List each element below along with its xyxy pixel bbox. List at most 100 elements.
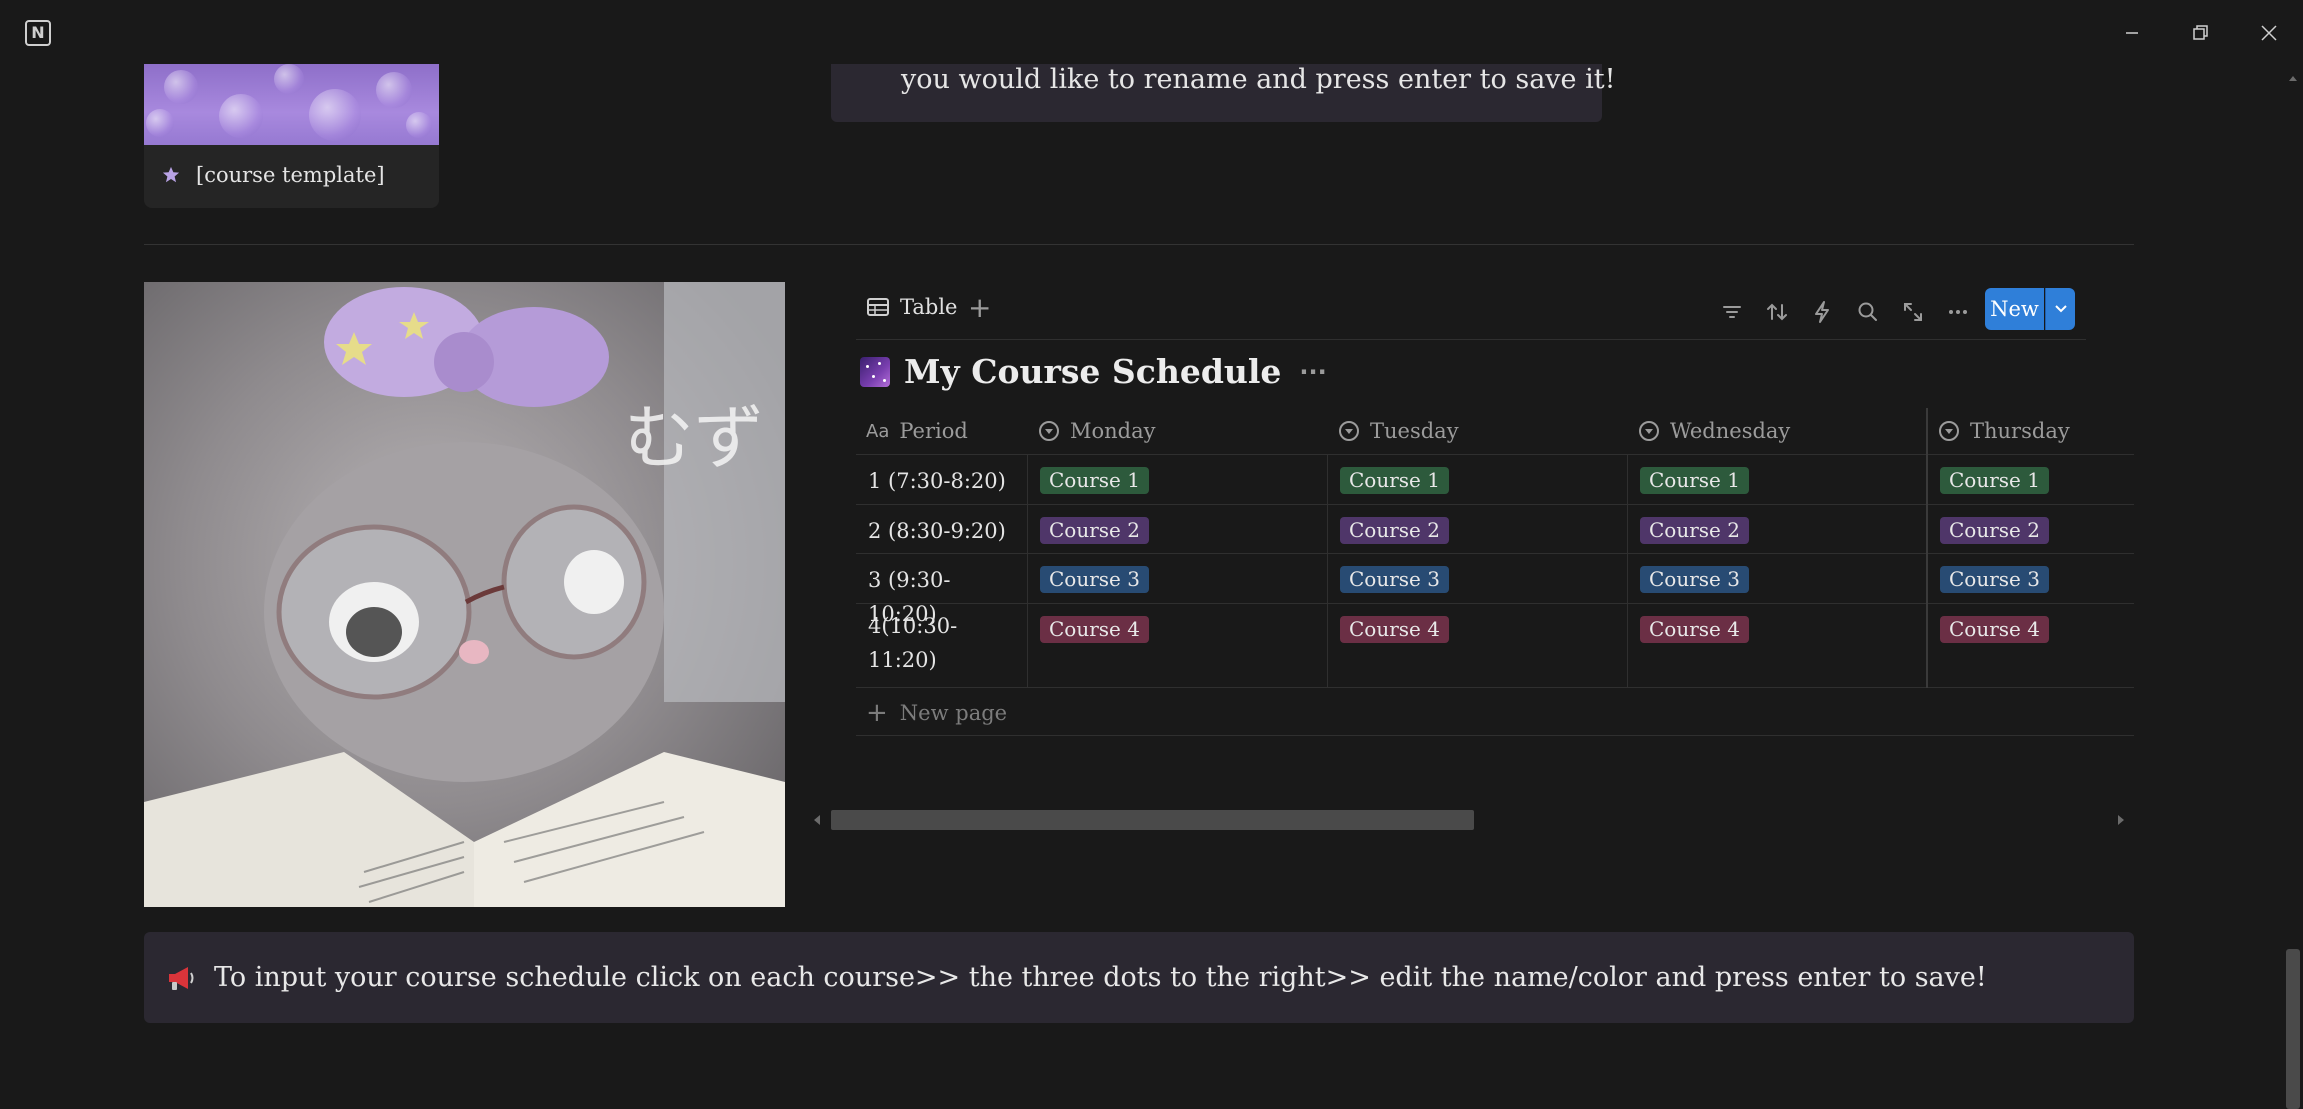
- database-title[interactable]: My Course Schedule: [904, 352, 1281, 391]
- new-page-button[interactable]: + New page: [856, 690, 2134, 736]
- new-button[interactable]: New: [1985, 288, 2044, 330]
- thursday-cell[interactable]: Course 1: [1928, 455, 2134, 504]
- callout-text: To input your course schedule click on e…: [214, 962, 1987, 993]
- monday-cell[interactable]: Course 4: [1028, 604, 1328, 687]
- period-cell[interactable]: 4(10:30- 11:20): [856, 604, 1028, 687]
- column-header-label: Wednesday: [1670, 419, 1791, 443]
- select-property-icon: [1639, 421, 1659, 441]
- horizontal-scrollbar[interactable]: [808, 806, 2130, 834]
- column-header-label: Period: [899, 419, 968, 443]
- course-tag: Course 4: [1940, 616, 2049, 643]
- megaphone-icon: [169, 966, 194, 990]
- column-header-period[interactable]: Aa Period: [856, 408, 1028, 455]
- tuesday-cell[interactable]: Course 2: [1328, 505, 1628, 553]
- horizontal-scroll-thumb[interactable]: [831, 810, 1474, 830]
- thursday-cell[interactable]: Course 4: [1928, 604, 2134, 687]
- sort-icon[interactable]: [1763, 298, 1791, 326]
- period-cell[interactable]: 3 (9:30-10:20): [856, 554, 1028, 626]
- course-tag: Course 2: [1940, 517, 2049, 544]
- select-property-icon: [1339, 421, 1359, 441]
- period-line: 11:20): [868, 648, 937, 672]
- database-title-row: My Course Schedule ···: [860, 352, 1327, 391]
- scroll-up-icon[interactable]: [2287, 72, 2299, 84]
- course-tag: Course 4: [1340, 616, 1449, 643]
- thursday-cell[interactable]: Course 3: [1928, 554, 2134, 603]
- course-tag: Course 3: [1640, 566, 1749, 593]
- gallery-card-cover: [144, 64, 439, 145]
- period-cell[interactable]: 2 (8:30-9:20): [856, 505, 1028, 553]
- gallery-card-title: [course template]: [196, 163, 385, 187]
- table-row[interactable]: 1 (7:30-8:20) Course 1 Course 1 Course 1…: [856, 455, 2134, 505]
- table-row[interactable]: 3 (9:30-10:20) Course 3 Course 3 Course …: [856, 554, 2134, 626]
- text-property-icon: Aa: [866, 420, 890, 442]
- column-header-monday[interactable]: Monday: [1028, 408, 1328, 455]
- vertical-scrollbar[interactable]: [2283, 64, 2303, 1109]
- new-dropdown-button[interactable]: [2045, 288, 2075, 330]
- table-row[interactable]: 4(10:30- 11:20) Course 4 Course 4 Course…: [856, 604, 2134, 688]
- monday-cell[interactable]: Course 3: [1028, 554, 1328, 603]
- course-tag: Course 1: [1040, 467, 1149, 494]
- course-tag: Course 3: [1340, 566, 1449, 593]
- filter-icon[interactable]: [1718, 298, 1746, 326]
- top-callout[interactable]: you would like to rename and press enter…: [831, 64, 1615, 122]
- star-icon: [162, 166, 180, 183]
- new-page-label: New page: [899, 700, 1008, 725]
- automation-icon[interactable]: [1808, 298, 1836, 326]
- course-tag: Course 1: [1340, 467, 1449, 494]
- database-more-button[interactable]: ···: [1299, 358, 1326, 386]
- course-tag: Course 1: [1940, 467, 2049, 494]
- period-line: 4(10:30-: [868, 614, 958, 638]
- plush-with-glasses-image: むず: [144, 282, 785, 907]
- restore-icon[interactable]: [2185, 18, 2215, 48]
- tuesday-cell[interactable]: Course 1: [1328, 455, 1628, 504]
- vertical-scroll-thumb[interactable]: [2286, 949, 2300, 1109]
- schedule-table: Aa Period Monday Tuesday Wednesday Thurs…: [856, 408, 2134, 738]
- tuesday-cell[interactable]: Course 4: [1328, 604, 1628, 687]
- column-header-label: Tuesday: [1370, 419, 1459, 443]
- monday-cell[interactable]: Course 2: [1028, 505, 1328, 553]
- database-toolbar: Table + New: [856, 285, 2086, 340]
- thursday-cell[interactable]: Course 2: [1928, 505, 2134, 553]
- instructions-callout[interactable]: To input your course schedule click on e…: [144, 932, 2134, 1023]
- frozen-column-divider: [1926, 408, 1928, 688]
- column-header-label: Monday: [1070, 419, 1156, 443]
- search-icon[interactable]: [1854, 298, 1882, 326]
- column-header-thursday[interactable]: Thursday: [1928, 408, 2134, 455]
- course-tag: Course 2: [1040, 517, 1149, 544]
- top-callout-text: you would like to rename and press enter…: [901, 64, 1616, 95]
- tab-table-label: Table: [900, 295, 958, 319]
- expand-icon[interactable]: [1899, 298, 1927, 326]
- add-view-button[interactable]: +: [968, 291, 991, 324]
- course-tag: Course 1: [1640, 467, 1749, 494]
- table-view-icon: [867, 298, 889, 316]
- minimize-icon[interactable]: [2117, 18, 2147, 48]
- scroll-right-icon[interactable]: [2114, 812, 2128, 828]
- wednesday-cell[interactable]: Course 2: [1628, 505, 1928, 553]
- divider: [144, 244, 2134, 245]
- column-header-tuesday[interactable]: Tuesday: [1328, 408, 1628, 455]
- period-cell[interactable]: 1 (7:30-8:20): [856, 455, 1028, 504]
- course-tag: Course 3: [1940, 566, 2049, 593]
- chevron-down-icon: [2055, 305, 2067, 313]
- column-header-label: Thursday: [1970, 419, 2070, 443]
- select-property-icon: [1039, 421, 1059, 441]
- wednesday-cell[interactable]: Course 3: [1628, 554, 1928, 603]
- gallery-card[interactable]: [course template]: [144, 64, 439, 208]
- tab-table[interactable]: Table: [866, 295, 957, 319]
- column-header-wednesday[interactable]: Wednesday: [1628, 408, 1928, 455]
- table-row[interactable]: 2 (8:30-9:20) Course 2 Course 2 Course 2…: [856, 505, 2134, 554]
- course-tag: Course 4: [1640, 616, 1749, 643]
- course-tag: Course 2: [1640, 517, 1749, 544]
- wednesday-cell[interactable]: Course 1: [1628, 455, 1928, 504]
- close-icon[interactable]: [2254, 18, 2284, 48]
- more-icon[interactable]: [1944, 298, 1972, 326]
- svg-text:むず: むず: [624, 397, 764, 479]
- wednesday-cell[interactable]: Course 4: [1628, 604, 1928, 687]
- tuesday-cell[interactable]: Course 3: [1328, 554, 1628, 603]
- galaxy-emoji-icon: [860, 356, 890, 387]
- course-tag: Course 2: [1340, 517, 1449, 544]
- monday-cell[interactable]: Course 1: [1028, 455, 1328, 504]
- notion-logo-icon[interactable]: N: [25, 20, 51, 46]
- course-tag: Course 3: [1040, 566, 1149, 593]
- scroll-left-icon[interactable]: [810, 812, 824, 828]
